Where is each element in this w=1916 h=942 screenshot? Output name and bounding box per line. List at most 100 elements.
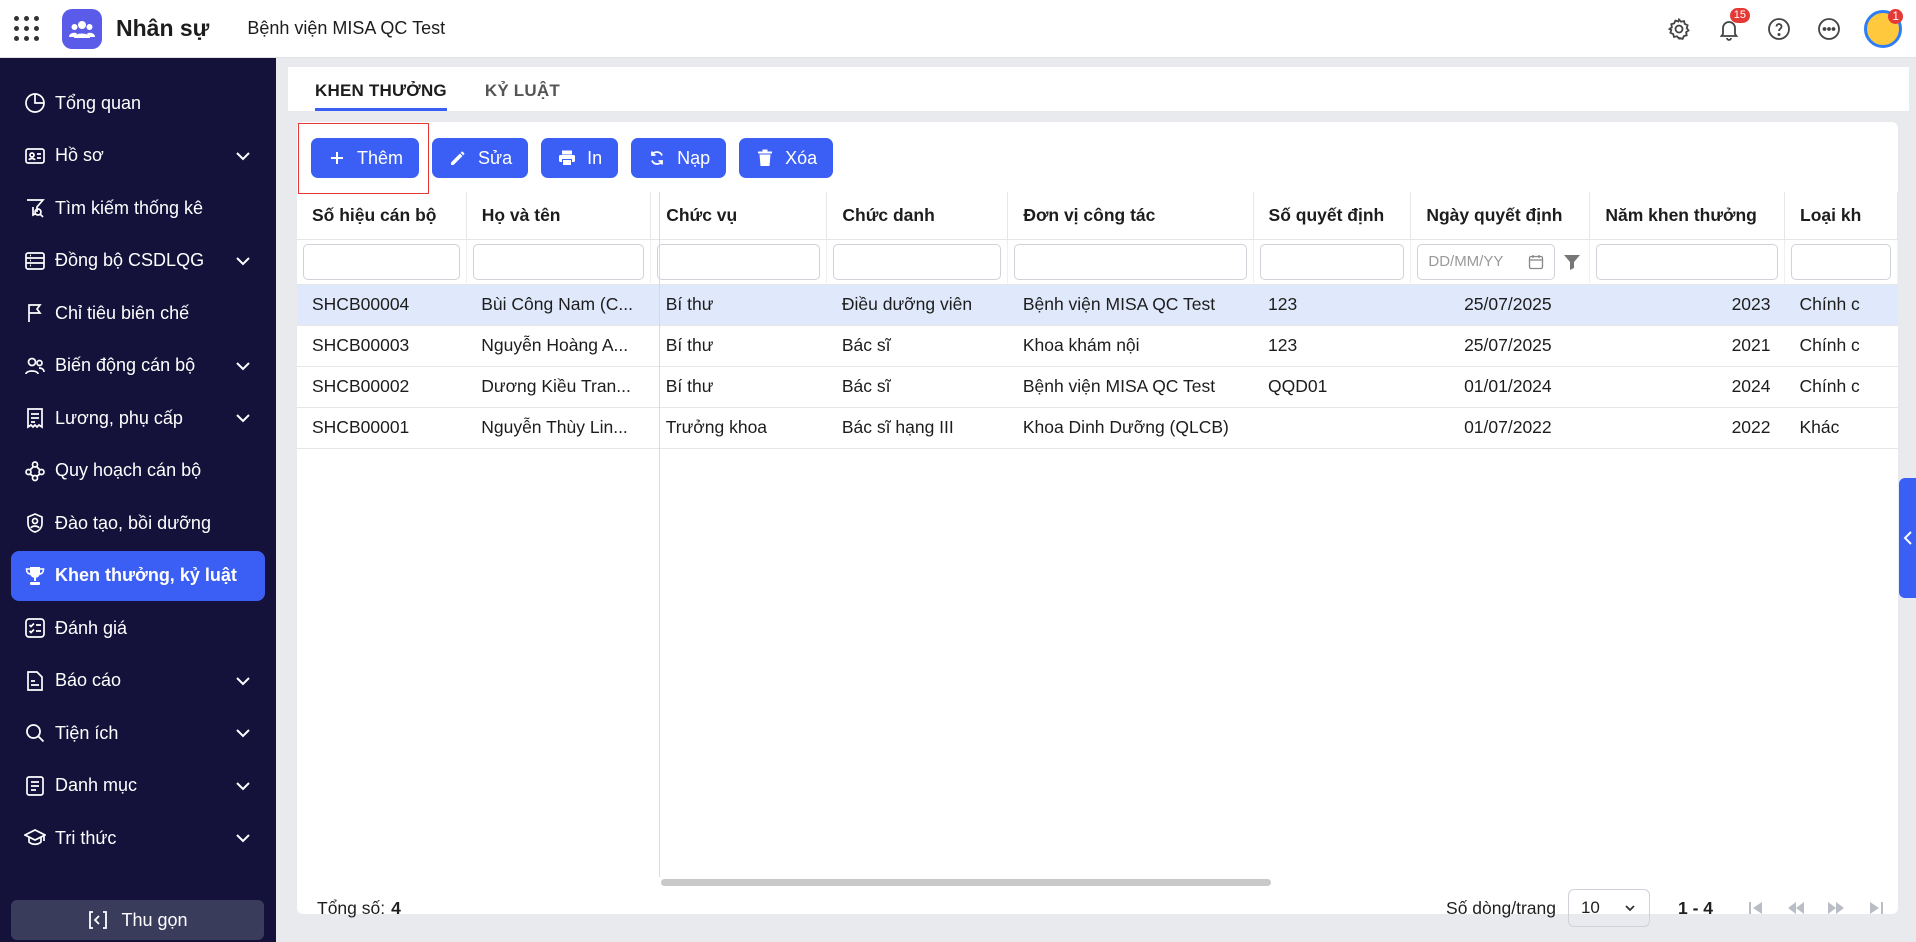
first-page-icon[interactable]	[1745, 897, 1767, 919]
sidebar-item-3[interactable]: Đồng bộ CSDLQG	[11, 236, 265, 286]
notification-bell-icon[interactable]: 15	[1714, 8, 1750, 44]
sidebar-item-10[interactable]: Đánh giá	[11, 603, 265, 653]
sidebar-item-8[interactable]: Đào tạo, bồi dưỡng	[11, 498, 265, 548]
column-header[interactable]: Ngày quyết định	[1410, 192, 1591, 240]
org-chart-icon	[23, 459, 47, 483]
reload-button-label: Nạp	[677, 147, 711, 168]
tab-bar: KHEN THƯỞNG KỶ LUẬT	[288, 67, 1909, 111]
sidebar-item-13[interactable]: Danh mục	[11, 761, 265, 811]
frozen-column-divider	[659, 192, 660, 877]
sidebar-item-7[interactable]: Quy hoạch cán bộ	[11, 446, 265, 496]
filter-cell	[1589, 239, 1785, 285]
calendar-icon[interactable]	[1528, 254, 1544, 270]
sidebar-item-4[interactable]: Chỉ tiêu biên chế	[11, 288, 265, 338]
chevron-down-icon[interactable]	[233, 828, 253, 848]
column-header[interactable]: Chức danh	[826, 192, 1009, 240]
table-row[interactable]: SHCB00004 Bùi Công Nam (C... Bí thư Điều dư…	[297, 284, 1898, 326]
edit-button[interactable]: Sửa	[432, 138, 529, 178]
right-panel-toggle[interactable]	[1899, 478, 1916, 598]
print-button-label: In	[587, 147, 603, 168]
tab-ky-luat[interactable]: KỶ LUẬT	[485, 81, 560, 111]
help-icon[interactable]	[1764, 14, 1794, 44]
column-filter-input[interactable]	[1014, 243, 1247, 280]
column-header[interactable]: Số quyết định	[1253, 192, 1412, 240]
column-filter-input[interactable]	[1259, 243, 1405, 280]
collapse-sidebar-button[interactable]: Thu gọn	[11, 900, 264, 940]
chevron-down-icon[interactable]	[233, 671, 253, 691]
tab-khen-thuong[interactable]: KHEN THƯỞNG	[315, 81, 447, 111]
settings-gear-icon[interactable]	[1664, 14, 1694, 44]
sidebar-item-0[interactable]: Tổng quan	[11, 78, 265, 128]
previous-page-icon[interactable]	[1785, 897, 1807, 919]
date-filter-input[interactable]: DD/MM/YY	[1417, 243, 1556, 280]
sidebar-item-5[interactable]: Biến động cán bộ	[11, 341, 265, 391]
table-cell: SHCB00001	[297, 407, 467, 449]
delete-button[interactable]: Xóa	[739, 138, 834, 178]
sidebar-item-label: Tổng quan	[55, 92, 142, 113]
sidebar-item-11[interactable]: Báo cáo	[11, 656, 265, 706]
table-row[interactable]: SHCB00003 Nguyễn Hoàng A... Bí thư Bác sĩ Kh…	[297, 325, 1898, 367]
column-header[interactable]: Loại kh	[1784, 192, 1898, 240]
sidebar-nav: Tổng quan Hồ sơ Tìm kiếm thống kê Đồng bộ C…	[11, 78, 265, 866]
sidebar-item-6[interactable]: Lương, phụ cấp	[11, 393, 265, 443]
column-header[interactable]: Đơn vị công tác	[1007, 192, 1254, 240]
sidebar-item-2[interactable]: Tìm kiếm thống kê	[11, 183, 265, 233]
filter-icon[interactable]	[1561, 251, 1583, 273]
filter-cell	[1784, 239, 1898, 285]
column-filter-input[interactable]	[1791, 243, 1891, 280]
app-grid-icon[interactable]	[14, 15, 40, 42]
app-logo	[62, 8, 102, 49]
reload-button[interactable]: Nạp	[631, 138, 727, 178]
sidebar-item-label: Khen thưởng, kỷ luật	[55, 565, 237, 585]
column-filter-input[interactable]	[472, 243, 645, 280]
reward-table: Số hiệu cán bộ Họ và tên Chức vụ Chức danh Đ…	[297, 192, 1898, 449]
sidebar-item-label: Hồ sơ	[55, 145, 104, 165]
page-size-select[interactable]: 10	[1567, 889, 1650, 927]
sidebar-item-label: Lương, phụ cấp	[55, 407, 183, 428]
sidebar-item-label: Danh mục	[55, 775, 138, 795]
chevron-down-icon[interactable]	[233, 408, 253, 428]
chevron-down-icon[interactable]	[233, 251, 253, 271]
refresh-icon	[647, 148, 667, 168]
column-filter-input[interactable]	[833, 243, 1002, 280]
table-cell: SHCB00002	[297, 366, 467, 408]
next-page-icon[interactable]	[1825, 897, 1847, 919]
column-filter-input[interactable]	[303, 243, 460, 280]
collapse-label: Thu gọn	[121, 909, 188, 930]
printer-icon	[557, 148, 577, 168]
data-grid: Số hiệu cán bộ Họ và tên Chức vụ Chức danh Đ…	[297, 192, 1898, 877]
horizontal-scrollbar[interactable]	[661, 879, 1271, 886]
sidebar-item-1[interactable]: Hồ sơ	[11, 131, 265, 181]
sidebar-item-9[interactable]: Khen thưởng, kỷ luật	[11, 550, 265, 601]
page-range: 1 - 4	[1677, 897, 1713, 918]
print-button[interactable]: In	[541, 138, 619, 178]
column-header[interactable]: Năm khen thưởng	[1589, 192, 1785, 240]
user-avatar[interactable]: 1	[1864, 9, 1903, 48]
sidebar-item-14[interactable]: Tri thức	[11, 813, 265, 863]
sidebar-item-label: Đào tạo, bồi dưỡng	[55, 512, 211, 533]
trophy-icon	[23, 564, 47, 588]
column-filter-input[interactable]	[1596, 243, 1778, 280]
column-header[interactable]: Chức vụ	[650, 192, 828, 240]
column-filter-input[interactable]	[657, 243, 821, 280]
column-header[interactable]: Số hiệu cán bộ	[297, 192, 467, 240]
table-row[interactable]: SHCB00002 Dương Kiều Tran... Bí thư Bác sĩ B…	[297, 366, 1898, 408]
organization-name[interactable]: Bệnh viện MISA QC Test	[247, 18, 445, 39]
collapse-icon	[87, 909, 109, 931]
sidebar-item-12[interactable]: Tiện ích	[11, 708, 265, 758]
add-button[interactable]: Thêm	[311, 138, 420, 178]
table-cell: Dương Kiều Tran...	[466, 366, 651, 408]
chevron-down-icon[interactable]	[233, 356, 253, 376]
notification-count-badge: 15	[1729, 8, 1750, 23]
chevron-down-icon[interactable]	[233, 146, 253, 166]
table-row[interactable]: SHCB00001 Nguyễn Thùy Lin... Trưởng khoa Bá…	[297, 407, 1898, 449]
table-cell: Bác sĩ	[826, 366, 1008, 408]
column-header[interactable]: Họ và tên	[466, 192, 652, 240]
table-cell: Điều dưỡng viên	[826, 284, 1008, 326]
users-icon	[23, 354, 47, 378]
table-cell: 2023	[1589, 284, 1785, 326]
chevron-down-icon[interactable]	[233, 723, 253, 743]
last-page-icon[interactable]	[1865, 897, 1887, 919]
more-options-icon[interactable]	[1814, 14, 1844, 44]
chevron-down-icon[interactable]	[233, 776, 253, 796]
